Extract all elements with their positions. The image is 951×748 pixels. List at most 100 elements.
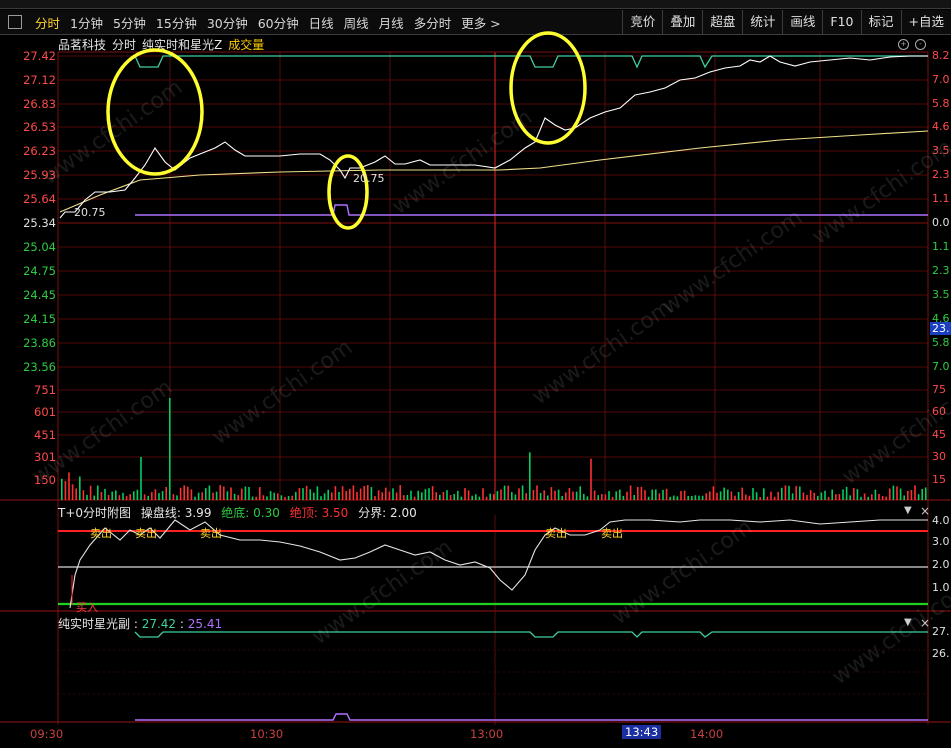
- volume-bar: [536, 485, 538, 500]
- volume-bar: [334, 486, 337, 500]
- volume-bar: [104, 488, 106, 500]
- sub1-dropdown-icon[interactable]: ▼: [904, 505, 912, 516]
- volume-bar: [82, 490, 85, 500]
- volume-bar: [817, 495, 819, 500]
- price-axis-label: 23.56: [23, 360, 56, 374]
- volume-bar: [665, 488, 668, 500]
- pct-axis-label: 5.8: [932, 336, 950, 349]
- sub1-axis-label: 1.0: [932, 581, 950, 594]
- volume-bar: [914, 485, 916, 500]
- sub2-axis-label: 26.: [932, 647, 950, 660]
- volume-bar: [176, 495, 178, 500]
- volume-bar: [266, 496, 268, 500]
- volume-bar: [212, 492, 214, 500]
- volume-bar: [467, 490, 470, 500]
- volume-bar: [183, 485, 185, 500]
- volume-bar: [471, 495, 473, 500]
- pct-axis-label: 4.6: [932, 120, 950, 133]
- time-label-1030: 10:30: [250, 727, 284, 741]
- volume-bar: [655, 489, 657, 500]
- volume-bar: [392, 488, 394, 500]
- volume-bar: [572, 491, 574, 500]
- volume-bar: [226, 491, 229, 500]
- volume-bar: [449, 495, 452, 500]
- volume-bar: [557, 489, 560, 500]
- volume-bar: [205, 488, 207, 500]
- volume-bar: [889, 488, 891, 500]
- volume-bar: [349, 488, 351, 500]
- volume-bar: [820, 492, 823, 500]
- volume-bar: [161, 491, 164, 500]
- time-label-1300: 13:00: [470, 727, 504, 741]
- volume-bar: [86, 494, 88, 500]
- volume-bar: [734, 495, 736, 500]
- volume-bar: [435, 492, 437, 500]
- volume-bar: [482, 488, 484, 500]
- volume-bar: [568, 487, 571, 500]
- volume-bar: [824, 490, 826, 500]
- volume-axis-label: 451: [34, 428, 56, 442]
- sub1-field-op-value: 3.99: [184, 506, 212, 520]
- volume-bar: [745, 494, 747, 500]
- sub2-title[interactable]: 纯实时星光副: [58, 617, 130, 631]
- sub1-field-top-value: 3.50: [321, 506, 349, 520]
- volume-axis-label-right: 15: [932, 473, 946, 486]
- sub1-axis-label: 2.0: [932, 558, 950, 571]
- volume-bar: [302, 488, 304, 500]
- volume-bar: [496, 491, 499, 500]
- volume-bar: [619, 489, 621, 500]
- volume-bar: [93, 495, 95, 500]
- volume-bar: [298, 487, 301, 500]
- volume-bar: [626, 491, 628, 500]
- volume-bar: [356, 492, 358, 500]
- volume-bar: [748, 495, 751, 500]
- volume-bar: [122, 492, 124, 500]
- volume-bar: [291, 495, 293, 500]
- volume-bar: [111, 491, 113, 500]
- sell-signal-3: 卖出: [200, 527, 222, 540]
- sub1-field-bottom-label: 绝底:: [221, 506, 250, 520]
- volume-bar: [385, 487, 387, 500]
- sub2-close-icon[interactable]: ×: [920, 616, 930, 630]
- volume-bar: [604, 494, 607, 500]
- volume-bar: [849, 495, 851, 500]
- sub1-close-icon[interactable]: ×: [920, 504, 930, 518]
- volume-bar: [863, 493, 866, 500]
- pct-axis-label: 7.0: [932, 360, 950, 373]
- volume-bar: [219, 485, 221, 500]
- volume-bar: [367, 485, 369, 500]
- volume-bar: [575, 491, 578, 500]
- volume-bar: [489, 493, 491, 500]
- volume-bar: [547, 495, 549, 500]
- price-axis-label: 26.53: [23, 120, 56, 134]
- sub2-header: 纯实时星光副 : 27.42 : 25.41: [58, 617, 223, 631]
- volume-bar: [500, 489, 502, 500]
- volume-bar: [543, 490, 545, 500]
- volume-bar: [856, 489, 859, 500]
- volume-bar: [813, 492, 815, 500]
- volume-bar: [788, 485, 790, 500]
- volume-bar: [100, 491, 103, 500]
- volume-bar: [223, 486, 225, 500]
- volume-bar: [662, 489, 664, 500]
- price-axis-label: 25.04: [23, 240, 56, 254]
- volume-bar: [61, 478, 63, 500]
- volume-bar: [262, 495, 265, 500]
- volume-bar: [525, 493, 527, 500]
- sub2-dropdown-icon[interactable]: ▼: [904, 617, 912, 628]
- time-label-1400: 14:00: [690, 727, 724, 741]
- volume-bar: [215, 491, 218, 500]
- sub1-title[interactable]: T+0分时附图: [58, 506, 131, 520]
- volume-bar: [698, 495, 700, 500]
- volume-bar: [359, 488, 362, 500]
- volume-bar: [64, 481, 67, 500]
- volume-bar: [719, 491, 722, 500]
- sub2-axis-label: 27.: [932, 625, 950, 638]
- volume-bar: [831, 489, 833, 500]
- pct-axis-label: 7.0: [932, 73, 950, 86]
- volume-bar: [172, 494, 175, 500]
- volume-bar: [403, 495, 405, 500]
- volume-bar: [593, 490, 596, 500]
- volume-bar: [640, 486, 643, 500]
- volume-bar: [439, 494, 441, 500]
